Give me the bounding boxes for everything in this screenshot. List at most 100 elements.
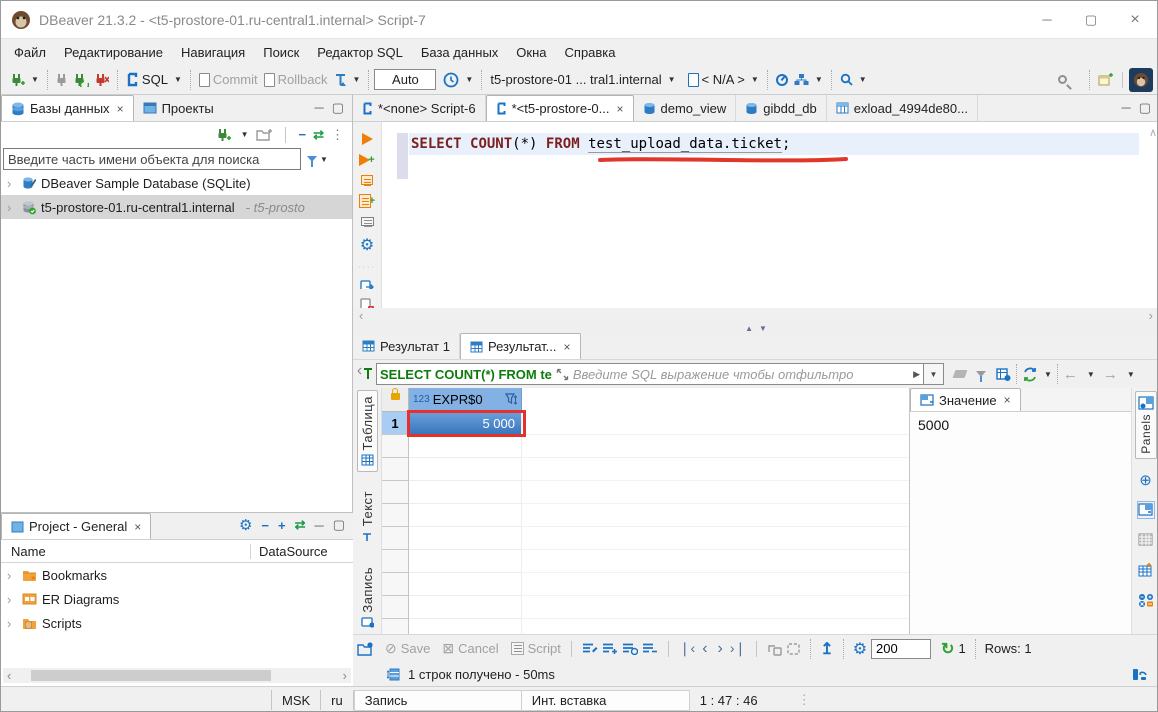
scroll-right-icon[interactable]: ›: [339, 668, 351, 683]
er-diagram-button[interactable]: ▼: [791, 71, 826, 88]
link-with-editor-icon[interactable]: ⇄: [295, 517, 306, 533]
dropdown-icon[interactable]: ▼: [31, 75, 39, 84]
menu-navigation[interactable]: Навигация: [172, 42, 254, 63]
last-page-button[interactable]: ›❘: [730, 640, 746, 657]
prev-page-button[interactable]: ‹: [699, 640, 710, 658]
scroll-left-icon[interactable]: ‹: [359, 308, 363, 323]
connection-selector[interactable]: t5-prostore-01 ... tral1.internal ▼: [487, 70, 678, 89]
project-horizontal-scrollbar[interactable]: ‹ ›: [3, 668, 351, 683]
auto-refresh-icon[interactable]: ↻: [941, 639, 954, 659]
tab-project-general[interactable]: Project - General ×: [1, 513, 151, 539]
editor-scroll-up-icon[interactable]: ∧: [1149, 126, 1157, 139]
column-header-name[interactable]: Name: [1, 544, 251, 559]
close-icon[interactable]: ×: [1004, 393, 1011, 407]
export-result-icon[interactable]: [357, 642, 373, 656]
output-icon[interactable]: [360, 280, 374, 289]
collapse-all-icon[interactable]: −: [299, 127, 307, 142]
panel-minimize-icon[interactable]: ─: [314, 518, 323, 533]
cancel-button[interactable]: ⊠ Cancel: [442, 640, 498, 657]
project-item-scripts[interactable]: › Scripts: [1, 611, 353, 635]
execute-script-new-tab-icon[interactable]: +: [359, 194, 375, 208]
tab-projects[interactable]: Проекты: [134, 95, 223, 121]
collapse-all-icon[interactable]: −: [261, 518, 269, 533]
export-data-button[interactable]: ↥: [820, 639, 833, 659]
scroll-left-icon[interactable]: ‹: [3, 668, 15, 683]
tab-gibdd-db[interactable]: gibdd_db: [736, 95, 827, 121]
panels-toggle-button[interactable]: Panels: [1135, 391, 1157, 459]
panel-maximize-icon[interactable]: ▢: [332, 100, 344, 116]
view-tab-record[interactable]: Запись: [358, 562, 377, 634]
quick-search-button[interactable]: ▼: [837, 71, 870, 88]
new-connection-button[interactable]: ▼: [7, 71, 42, 89]
execute-statement-icon[interactable]: [362, 133, 373, 145]
sql-editor-button[interactable]: SQL ▼: [123, 70, 185, 89]
fetch-all-icon[interactable]: [786, 642, 801, 656]
transaction-log-button[interactable]: ▼: [331, 71, 364, 89]
new-connection-icon[interactable]: [216, 128, 231, 142]
editor-horizontal-scrollbar[interactable]: ‹ ›: [353, 308, 1158, 322]
menu-help[interactable]: Справка: [556, 42, 625, 63]
delete-row-icon[interactable]: [642, 642, 658, 655]
schema-selector[interactable]: < N/A > ▼: [685, 70, 762, 89]
menu-search[interactable]: Поиск: [254, 42, 308, 63]
dropdown-icon[interactable]: ▼: [241, 130, 249, 139]
new-folder-icon[interactable]: [256, 128, 272, 141]
expand-all-icon[interactable]: +: [278, 518, 286, 533]
grid-corner-cell[interactable]: [382, 388, 409, 412]
scrollbar-thumb[interactable]: [31, 670, 271, 681]
menu-edit[interactable]: Редактирование: [55, 42, 172, 63]
global-search-button[interactable]: [1055, 73, 1070, 86]
tab-result-1[interactable]: Результат 1: [353, 333, 460, 359]
chevron-right-icon[interactable]: ›: [7, 568, 17, 583]
view-tab-text[interactable]: Текст: [358, 486, 377, 547]
tab-demo-view[interactable]: demo_view: [634, 95, 737, 121]
chevron-right-icon[interactable]: ›: [7, 592, 17, 607]
aggregate-panel-icon[interactable]: [1137, 561, 1155, 579]
save-button[interactable]: ⊘ Save: [385, 640, 430, 657]
grid-config-gear-icon[interactable]: ⚙: [853, 639, 867, 659]
row-number-cell[interactable]: 1: [382, 412, 409, 435]
save-filter-button[interactable]: [996, 368, 1011, 381]
close-icon[interactable]: ×: [564, 340, 571, 354]
menu-file[interactable]: Файл: [5, 42, 55, 63]
commit-mode-selector[interactable]: Auto: [374, 69, 436, 90]
memory-monitor-icon[interactable]: [1131, 667, 1147, 681]
menu-window[interactable]: Окна: [507, 42, 555, 63]
metadata-panel-icon[interactable]: [1137, 531, 1155, 549]
nav-forward-button[interactable]: → ▼: [1103, 366, 1135, 383]
language-indicator[interactable]: ru: [321, 690, 354, 710]
close-icon[interactable]: ×: [616, 102, 623, 116]
dropdown-icon[interactable]: ▼: [1044, 370, 1052, 379]
tree-item-sample-database[interactable]: › DBeaver Sample Database (SQLite): [1, 171, 352, 195]
view-tab-grid[interactable]: Таблица: [357, 390, 378, 472]
dropdown-icon[interactable]: ▼: [1127, 370, 1135, 379]
execute-new-tab-icon[interactable]: +: [359, 154, 374, 166]
edit-row-icon[interactable]: [582, 642, 598, 655]
menu-database[interactable]: База данных: [412, 42, 507, 63]
dropdown-icon[interactable]: ▼: [668, 75, 676, 84]
chevron-right-icon[interactable]: ›: [7, 616, 17, 631]
tab-exload[interactable]: exload_4994de80...: [827, 95, 978, 121]
editor-settings-gear-icon[interactable]: ⚙: [360, 235, 374, 255]
duplicate-row-icon[interactable]: [622, 642, 638, 655]
panel-minimize-icon[interactable]: ─: [1121, 100, 1130, 116]
dropdown-icon[interactable]: ▼: [751, 75, 759, 84]
dropdown-icon[interactable]: ▼: [859, 75, 867, 84]
panel-maximize-icon[interactable]: ▢: [1139, 100, 1151, 116]
transaction-history-button[interactable]: ▼: [440, 70, 476, 90]
panel-maximize-icon[interactable]: ▢: [333, 517, 345, 533]
project-item-er-diagrams[interactable]: › ER Diagrams: [1, 587, 353, 611]
reconnect-button[interactable]: [71, 71, 92, 89]
dbeaver-perspective-tile[interactable]: [1129, 68, 1153, 92]
chevron-right-icon[interactable]: ›: [7, 200, 17, 215]
first-page-button[interactable]: ❘‹: [679, 640, 695, 657]
rollback-button[interactable]: Rollback: [261, 70, 331, 89]
menu-sql-editor[interactable]: Редактор SQL: [308, 42, 412, 63]
value-content[interactable]: 5000: [910, 412, 1158, 438]
column-header-expr0[interactable]: 123 EXPR$0: [409, 388, 522, 412]
close-icon[interactable]: ×: [117, 102, 124, 116]
dropdown-icon[interactable]: ▼: [353, 75, 361, 84]
dropdown-icon[interactable]: ▼: [815, 75, 823, 84]
filter-expression-combo[interactable]: SELECT COUNT(*) FROM te ▶: [376, 363, 924, 385]
commit-button[interactable]: Commit: [196, 70, 261, 89]
